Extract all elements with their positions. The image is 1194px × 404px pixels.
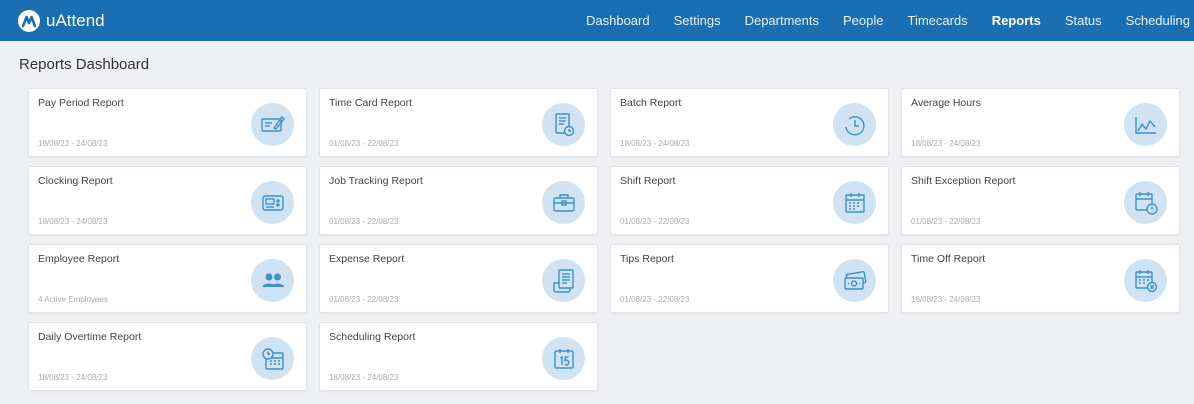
report-card-batch[interactable]: Batch Report 18/08/23 - 24/08/23	[610, 88, 889, 157]
report-card-tips[interactable]: Tips Report 01/08/23 - 22/08/23	[610, 244, 889, 313]
card-subtitle: 01/08/23 - 22/08/23	[911, 217, 981, 226]
report-card-daily-overtime[interactable]: Daily Overtime Report 18/08/23 - 24/08/2…	[28, 322, 307, 391]
card-subtitle: 4 Active Employees	[38, 295, 108, 304]
card-title: Daily Overtime Report	[38, 331, 142, 343]
briefcase-icon	[542, 181, 585, 224]
nav-departments[interactable]: Departments	[745, 13, 819, 28]
card-title: Clocking Report	[38, 175, 113, 187]
card-title: Tips Report	[620, 253, 674, 265]
report-card-shift-exception[interactable]: Shift Exception Report 01/08/23 - 22/08/…	[901, 166, 1180, 235]
card-title: Pay Period Report	[38, 97, 124, 109]
report-card-shift[interactable]: Shift Report 01/08/23 - 22/08/23	[610, 166, 889, 235]
report-card-employee[interactable]: Employee Report 4 Active Employees	[28, 244, 307, 313]
report-card-time-off[interactable]: Time Off Report 18/08/23 - 24/08/23	[901, 244, 1180, 313]
people-icon	[251, 259, 294, 302]
card-subtitle: 18/08/23 - 24/08/23	[38, 139, 108, 148]
calendar-alert-icon	[1124, 181, 1167, 224]
overtime-icon	[251, 337, 294, 380]
card-title: Batch Report	[620, 97, 682, 109]
check-icon	[251, 103, 294, 146]
report-card-scheduling[interactable]: Scheduling Report 18/08/23 - 24/08/23	[319, 322, 598, 391]
calendar-cancel-icon	[1124, 259, 1167, 302]
card-subtitle: 18/08/23 - 24/08/23	[38, 373, 108, 382]
uattend-logo-icon	[18, 9, 40, 32]
time-clock-icon	[251, 181, 294, 224]
nav-timecards[interactable]: Timecards	[907, 13, 967, 28]
app-name: uAttend	[46, 10, 105, 30]
nav-dashboard[interactable]: Dashboard	[586, 13, 650, 28]
report-card-pay-period[interactable]: Pay Period Report 18/08/23 - 24/08/23	[28, 88, 307, 157]
brand[interactable]: uAttend	[18, 9, 105, 32]
report-card-clocking[interactable]: Clocking Report 18/08/23 - 24/08/23	[28, 166, 307, 235]
card-subtitle: 01/08/23 - 22/08/23	[620, 217, 690, 226]
card-title: Shift Exception Report	[911, 175, 1016, 187]
report-card-time-card[interactable]: Time Card Report 01/08/23 - 22/08/23	[319, 88, 598, 157]
report-card-expense[interactable]: Expense Report 01/08/23 - 22/08/23	[319, 244, 598, 313]
main-nav: Dashboard Settings Departments People Ti…	[562, 0, 1194, 41]
nav-settings[interactable]: Settings	[674, 13, 721, 28]
nav-people[interactable]: People	[843, 13, 883, 28]
card-subtitle: 18/08/23 - 24/08/23	[620, 139, 690, 148]
card-subtitle: 18/08/23 - 24/08/23	[911, 139, 981, 148]
calendar-icon	[833, 181, 876, 224]
clock-icon	[833, 103, 876, 146]
card-subtitle: 18/08/23 - 24/08/23	[911, 295, 981, 304]
card-title: Shift Report	[620, 175, 676, 187]
card-subtitle: 01/08/23 - 22/08/23	[329, 217, 399, 226]
card-title: Time Off Report	[911, 253, 986, 265]
page-title: Reports Dashboard	[19, 56, 150, 73]
nav-reports[interactable]: Reports	[992, 13, 1041, 28]
report-grid: Pay Period Report 18/08/23 - 24/08/23 Ti…	[28, 88, 1180, 391]
nav-status[interactable]: Status	[1065, 13, 1102, 28]
calendar-15-icon	[542, 337, 585, 380]
top-navbar: uAttend Dashboard Settings Departments P…	[0, 0, 1194, 41]
nav-scheduling[interactable]: Scheduling	[1126, 13, 1190, 28]
receipt-icon	[542, 259, 585, 302]
money-icon	[833, 259, 876, 302]
card-title: Scheduling Report	[329, 331, 416, 343]
card-subtitle: 18/08/23 - 24/08/23	[38, 217, 108, 226]
report-card-average-hours[interactable]: Average Hours 18/08/23 - 24/08/23	[901, 88, 1180, 157]
card-subtitle: 01/08/23 - 22/08/23	[329, 139, 399, 148]
timecard-icon	[542, 103, 585, 146]
card-subtitle: 01/08/23 - 22/08/23	[620, 295, 690, 304]
card-title: Expense Report	[329, 253, 405, 265]
chart-icon	[1124, 103, 1167, 146]
card-title: Average Hours	[911, 97, 981, 109]
card-title: Time Card Report	[329, 97, 413, 109]
card-title: Employee Report	[38, 253, 120, 265]
card-subtitle: 18/08/23 - 24/08/23	[329, 373, 399, 382]
report-card-job-tracking[interactable]: Job Tracking Report 01/08/23 - 22/08/23	[319, 166, 598, 235]
card-subtitle: 01/08/23 - 22/08/23	[329, 295, 399, 304]
card-title: Job Tracking Report	[329, 175, 423, 187]
